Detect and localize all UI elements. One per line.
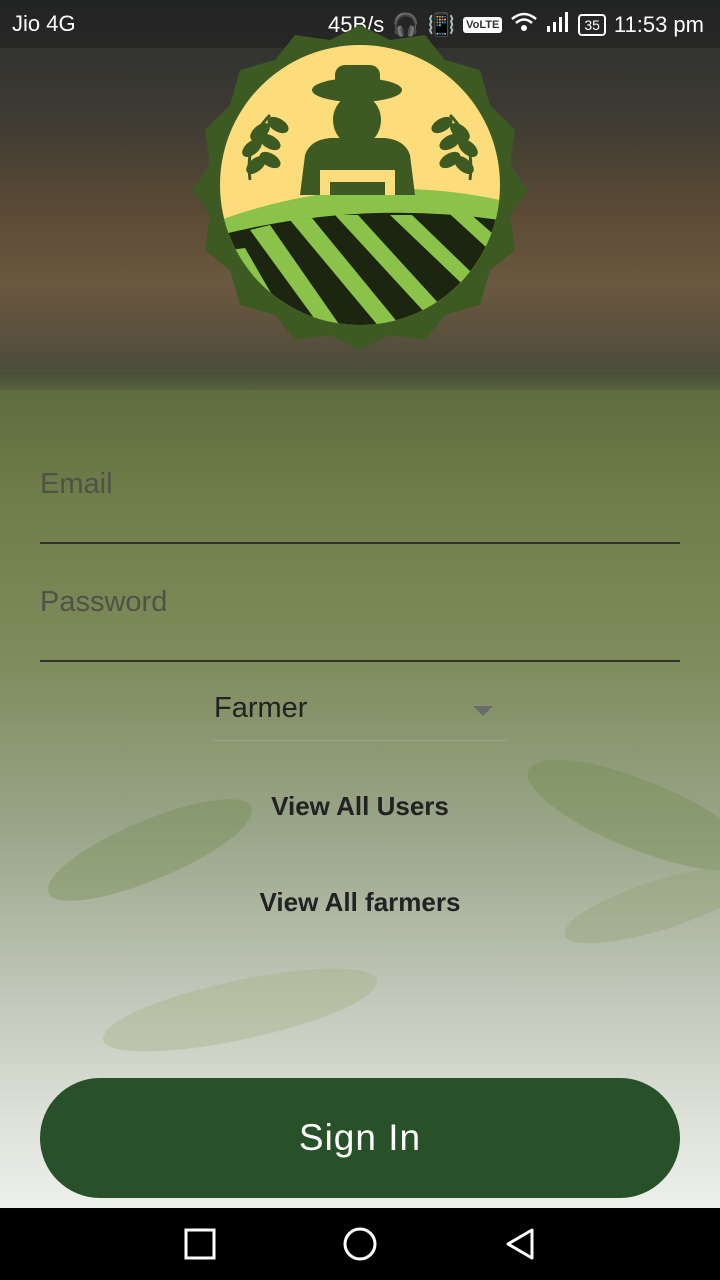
- email-underline: [40, 542, 680, 544]
- password-placeholder: Password: [40, 586, 168, 618]
- signal-icon: [546, 11, 570, 39]
- dropdown-arrow-icon: [473, 706, 493, 716]
- login-screen: Jio 4G 45B/s 🎧 📳 VoLTE 35 11:53 pm Email…: [0, 0, 720, 1208]
- carrier-label: Jio 4G: [12, 11, 76, 36]
- email-placeholder: Email: [40, 468, 113, 500]
- navigation-bar: [0, 1208, 720, 1280]
- recent-apps-icon[interactable]: [182, 1226, 218, 1262]
- clock: 11:53 pm: [613, 12, 704, 37]
- home-icon[interactable]: [342, 1226, 378, 1262]
- password-underline: [40, 660, 680, 662]
- role-selected-value: Farmer: [214, 692, 308, 724]
- view-all-farmers-link[interactable]: View All farmers: [0, 887, 720, 918]
- view-all-users-link[interactable]: View All Users: [0, 791, 720, 822]
- back-icon[interactable]: [502, 1226, 538, 1262]
- horizon-treeline: [0, 350, 720, 390]
- battery-icon: 35: [578, 14, 606, 36]
- sign-in-button[interactable]: Sign In: [40, 1078, 680, 1198]
- dropdown-underline: [214, 740, 506, 741]
- farmer-logo: [192, 25, 528, 350]
